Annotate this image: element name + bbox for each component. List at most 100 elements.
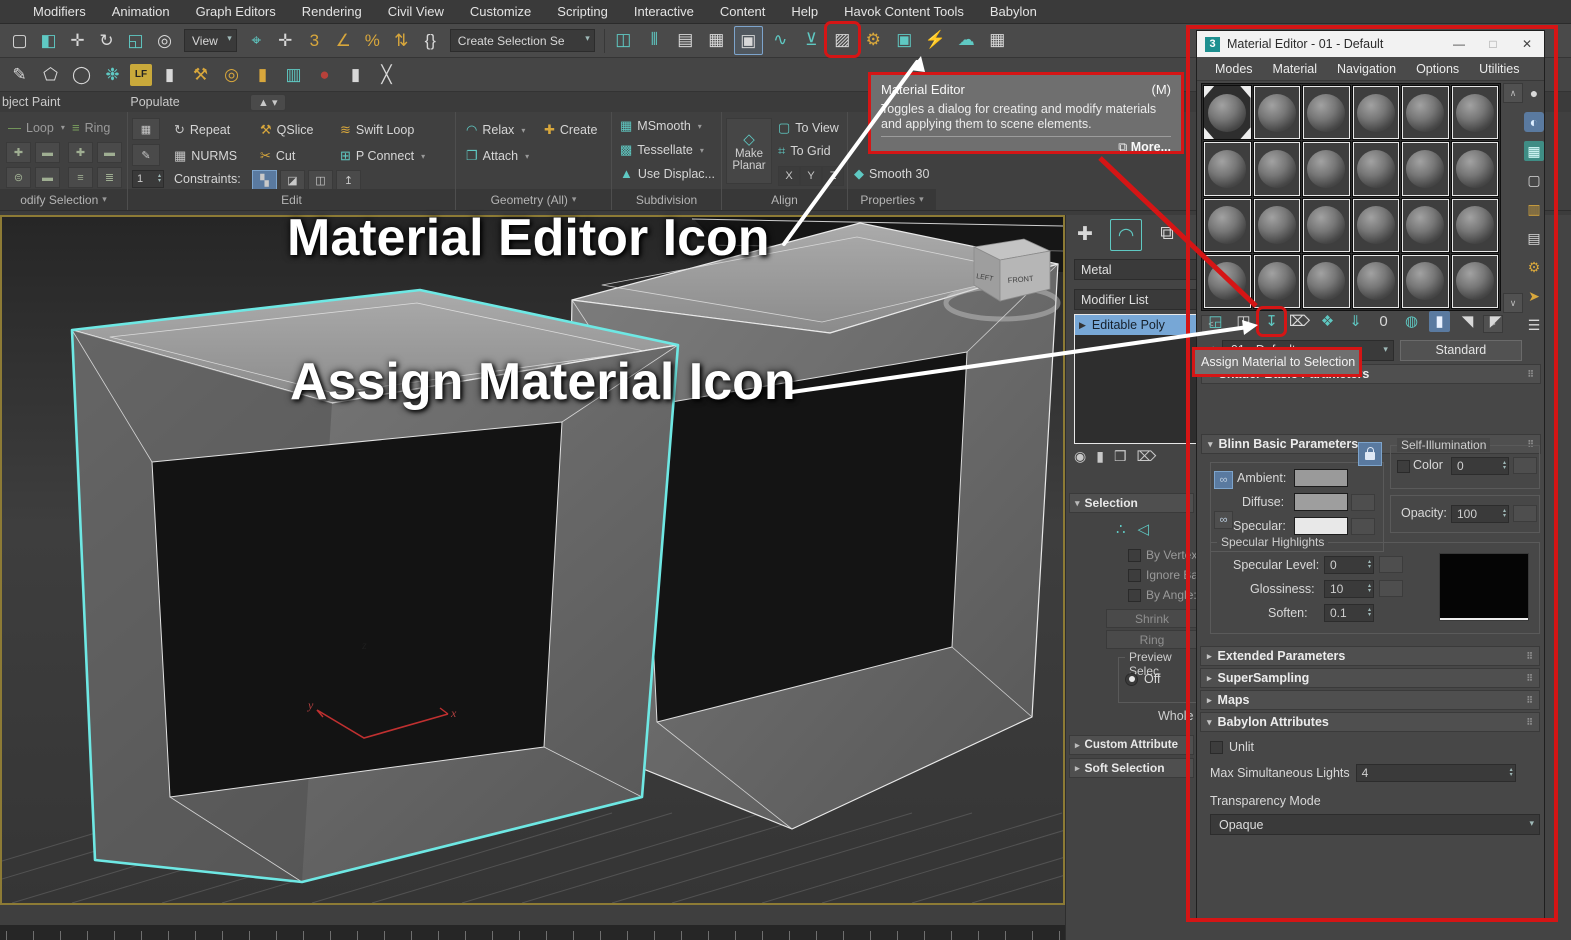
- material-editor-icon[interactable]: ▨: [829, 26, 856, 53]
- self-illumination-map-button[interactable]: [1513, 457, 1537, 474]
- sample-uv-tiling-icon[interactable]: ▢: [1524, 170, 1544, 190]
- menubar-item[interactable]: Scripting: [544, 4, 621, 19]
- extended-parameters-rollout[interactable]: Extended Parameters⠿: [1200, 646, 1540, 666]
- ribbon-caption-geometry[interactable]: Geometry (All): [456, 189, 611, 210]
- use-displacement-button[interactable]: ▲Use Displac...: [620, 166, 715, 181]
- ambient-color-swatch[interactable]: [1294, 469, 1348, 487]
- mirror-icon[interactable]: ◫: [610, 26, 637, 53]
- me-menu-item[interactable]: Material: [1263, 62, 1327, 76]
- loop-shrink-icon[interactable]: ▬: [35, 142, 60, 163]
- material-type-button[interactable]: Standard: [1400, 340, 1522, 361]
- make-planar-button[interactable]: ◇ Make Planar: [726, 118, 772, 184]
- select-and-move-icon[interactable]: ✛: [64, 27, 91, 54]
- specular-level-spinner[interactable]: 0▴▾: [1324, 556, 1374, 574]
- material-sample-slot[interactable]: [1352, 198, 1401, 253]
- tab-object-paint[interactable]: bject Paint: [2, 95, 60, 109]
- material-sample-slot[interactable]: [1401, 254, 1450, 309]
- material-sample-slot[interactable]: [1302, 85, 1351, 140]
- menubar-item[interactable]: Customize: [457, 4, 544, 19]
- material-sample-slot[interactable]: [1302, 254, 1351, 309]
- edge-subobject-icon[interactable]: ◁: [1138, 520, 1150, 538]
- material-sample-slot[interactable]: [1203, 85, 1252, 140]
- freeform-pencil-icon[interactable]: ✎: [6, 61, 33, 88]
- show-background-icon[interactable]: ◍: [1401, 311, 1422, 332]
- menubar-item[interactable]: Rendering: [289, 4, 375, 19]
- vertex-subobject-icon[interactable]: ∴: [1116, 520, 1126, 538]
- toggle-ribbon-icon[interactable]: ▣: [734, 26, 763, 55]
- dot-loop-icon[interactable]: ▬: [35, 167, 60, 188]
- tab-populate[interactable]: Populate: [130, 95, 179, 109]
- relax-button[interactable]: ◠Relax▾: [466, 122, 525, 138]
- use-pivot-point-icon[interactable]: ⌖: [243, 27, 270, 54]
- material-sample-slot[interactable]: [1352, 254, 1401, 309]
- repeat-button[interactable]: ↻Repeat: [174, 122, 230, 138]
- material-id-channel-icon[interactable]: 0: [1373, 311, 1394, 332]
- nurms-button[interactable]: ▦NURMS: [174, 148, 237, 164]
- material-sample-slot[interactable]: [1401, 141, 1450, 196]
- custom-attributes-rollout-header[interactable]: Custom Attribute: [1069, 735, 1194, 755]
- glossiness-map-button[interactable]: [1379, 580, 1403, 597]
- transparency-mode-dropdown[interactable]: Opaque: [1210, 814, 1540, 835]
- perspective-viewport[interactable]: y x z LEFT FRONT: [0, 215, 1065, 905]
- video-color-check-icon[interactable]: ▥: [1524, 199, 1544, 219]
- named-selection-set-dropdown[interactable]: Create Selection Se: [450, 29, 595, 52]
- hammer-tool-icon[interactable]: ⚒: [187, 61, 214, 88]
- material-sample-slot[interactable]: [1451, 85, 1500, 140]
- create-tab-icon[interactable]: ✚: [1070, 219, 1100, 249]
- menubar-item[interactable]: Animation: [99, 4, 183, 19]
- me-menu-item[interactable]: Modes: [1205, 62, 1263, 76]
- make-unique-icon[interactable]: ❖: [1317, 311, 1338, 332]
- ribbon-minimize-button[interactable]: ▲ ▾: [250, 94, 286, 111]
- glossiness-spinner[interactable]: 10▴▾: [1324, 580, 1374, 598]
- ring-shrink-icon[interactable]: ▬: [97, 142, 122, 163]
- ring-mode-icon[interactable]: ≡: [68, 167, 93, 188]
- go-forward-sibling-icon[interactable]: ◤: [1485, 311, 1506, 332]
- shrink-button[interactable]: Shrink: [1106, 609, 1198, 628]
- ribbon-caption-properties[interactable]: Properties: [848, 189, 936, 210]
- material-sample-slot[interactable]: [1401, 198, 1450, 253]
- loop-grow-icon[interactable]: ✚: [6, 142, 31, 163]
- polygon-modeling-icon[interactable]: ⬠: [37, 61, 64, 88]
- cross-lines-icon[interactable]: ╳: [373, 61, 400, 88]
- material-sample-slot[interactable]: [1203, 198, 1252, 253]
- align-x-button[interactable]: X: [778, 166, 800, 186]
- make-preview-icon[interactable]: ▤: [1524, 228, 1544, 248]
- to-grid-button[interactable]: ⌗To Grid: [778, 143, 831, 159]
- p-connect-button[interactable]: ⊞P Connect▾: [340, 148, 425, 164]
- align-z-button[interactable]: Z: [822, 166, 844, 186]
- make-unique-stack-icon[interactable]: ❒: [1114, 448, 1127, 465]
- tessellate-button[interactable]: ▩Tessellate▾: [620, 142, 704, 158]
- dot-ring-icon[interactable]: ≣: [97, 167, 122, 188]
- material-sample-slot[interactable]: [1253, 141, 1302, 196]
- align-icon[interactable]: ⫴: [641, 26, 668, 53]
- modifier-list-dropdown[interactable]: Modifier List: [1074, 289, 1204, 310]
- slots-scroll-up-button[interactable]: ∧: [1503, 83, 1523, 103]
- ring-button[interactable]: Ring: [1106, 630, 1198, 649]
- unlit-checkbox[interactable]: Unlit: [1210, 740, 1530, 754]
- ambient-diffuse-padlock-icon[interactable]: [1358, 442, 1382, 466]
- material-sample-slot[interactable]: [1253, 85, 1302, 140]
- specular-level-map-button[interactable]: [1379, 556, 1403, 573]
- selection-rollout-header[interactable]: Selection: [1069, 493, 1194, 513]
- material-sample-slot[interactable]: [1203, 254, 1252, 309]
- cut-button[interactable]: ✂Cut: [260, 148, 295, 164]
- assign-material-to-selection-icon[interactable]: ↧: [1261, 311, 1282, 332]
- column-tool-a-icon[interactable]: ▮: [156, 61, 183, 88]
- select-and-place-icon[interactable]: ◎: [151, 27, 178, 54]
- menubar-item[interactable]: Help: [778, 4, 831, 19]
- soft-selection-rollout-header[interactable]: Soft Selection: [1069, 758, 1194, 778]
- angle-snap-icon[interactable]: ∠: [330, 27, 357, 54]
- me-menu-item[interactable]: Options: [1406, 62, 1469, 76]
- column-tool-b-icon[interactable]: ▮: [249, 61, 276, 88]
- align-y-button[interactable]: Y: [800, 166, 822, 186]
- hierarchy-tab-icon[interactable]: ⧉: [1152, 219, 1182, 249]
- msmooth-button[interactable]: ▦MSmooth▾: [620, 118, 702, 134]
- paint-selection-region-icon[interactable]: ◧: [35, 27, 62, 54]
- tooltip-more-link[interactable]: ⧉ More...: [881, 136, 1171, 155]
- object-name-field[interactable]: Metal: [1074, 259, 1204, 280]
- menubar-item[interactable]: Civil View: [375, 4, 457, 19]
- expand-arrow-icon[interactable]: ▶: [1079, 320, 1086, 331]
- ribbon-caption-modify-selection[interactable]: odify Selection: [0, 189, 127, 210]
- supersampling-rollout[interactable]: SuperSampling⠿: [1200, 668, 1540, 688]
- menubar-item[interactable]: Interactive: [621, 4, 707, 19]
